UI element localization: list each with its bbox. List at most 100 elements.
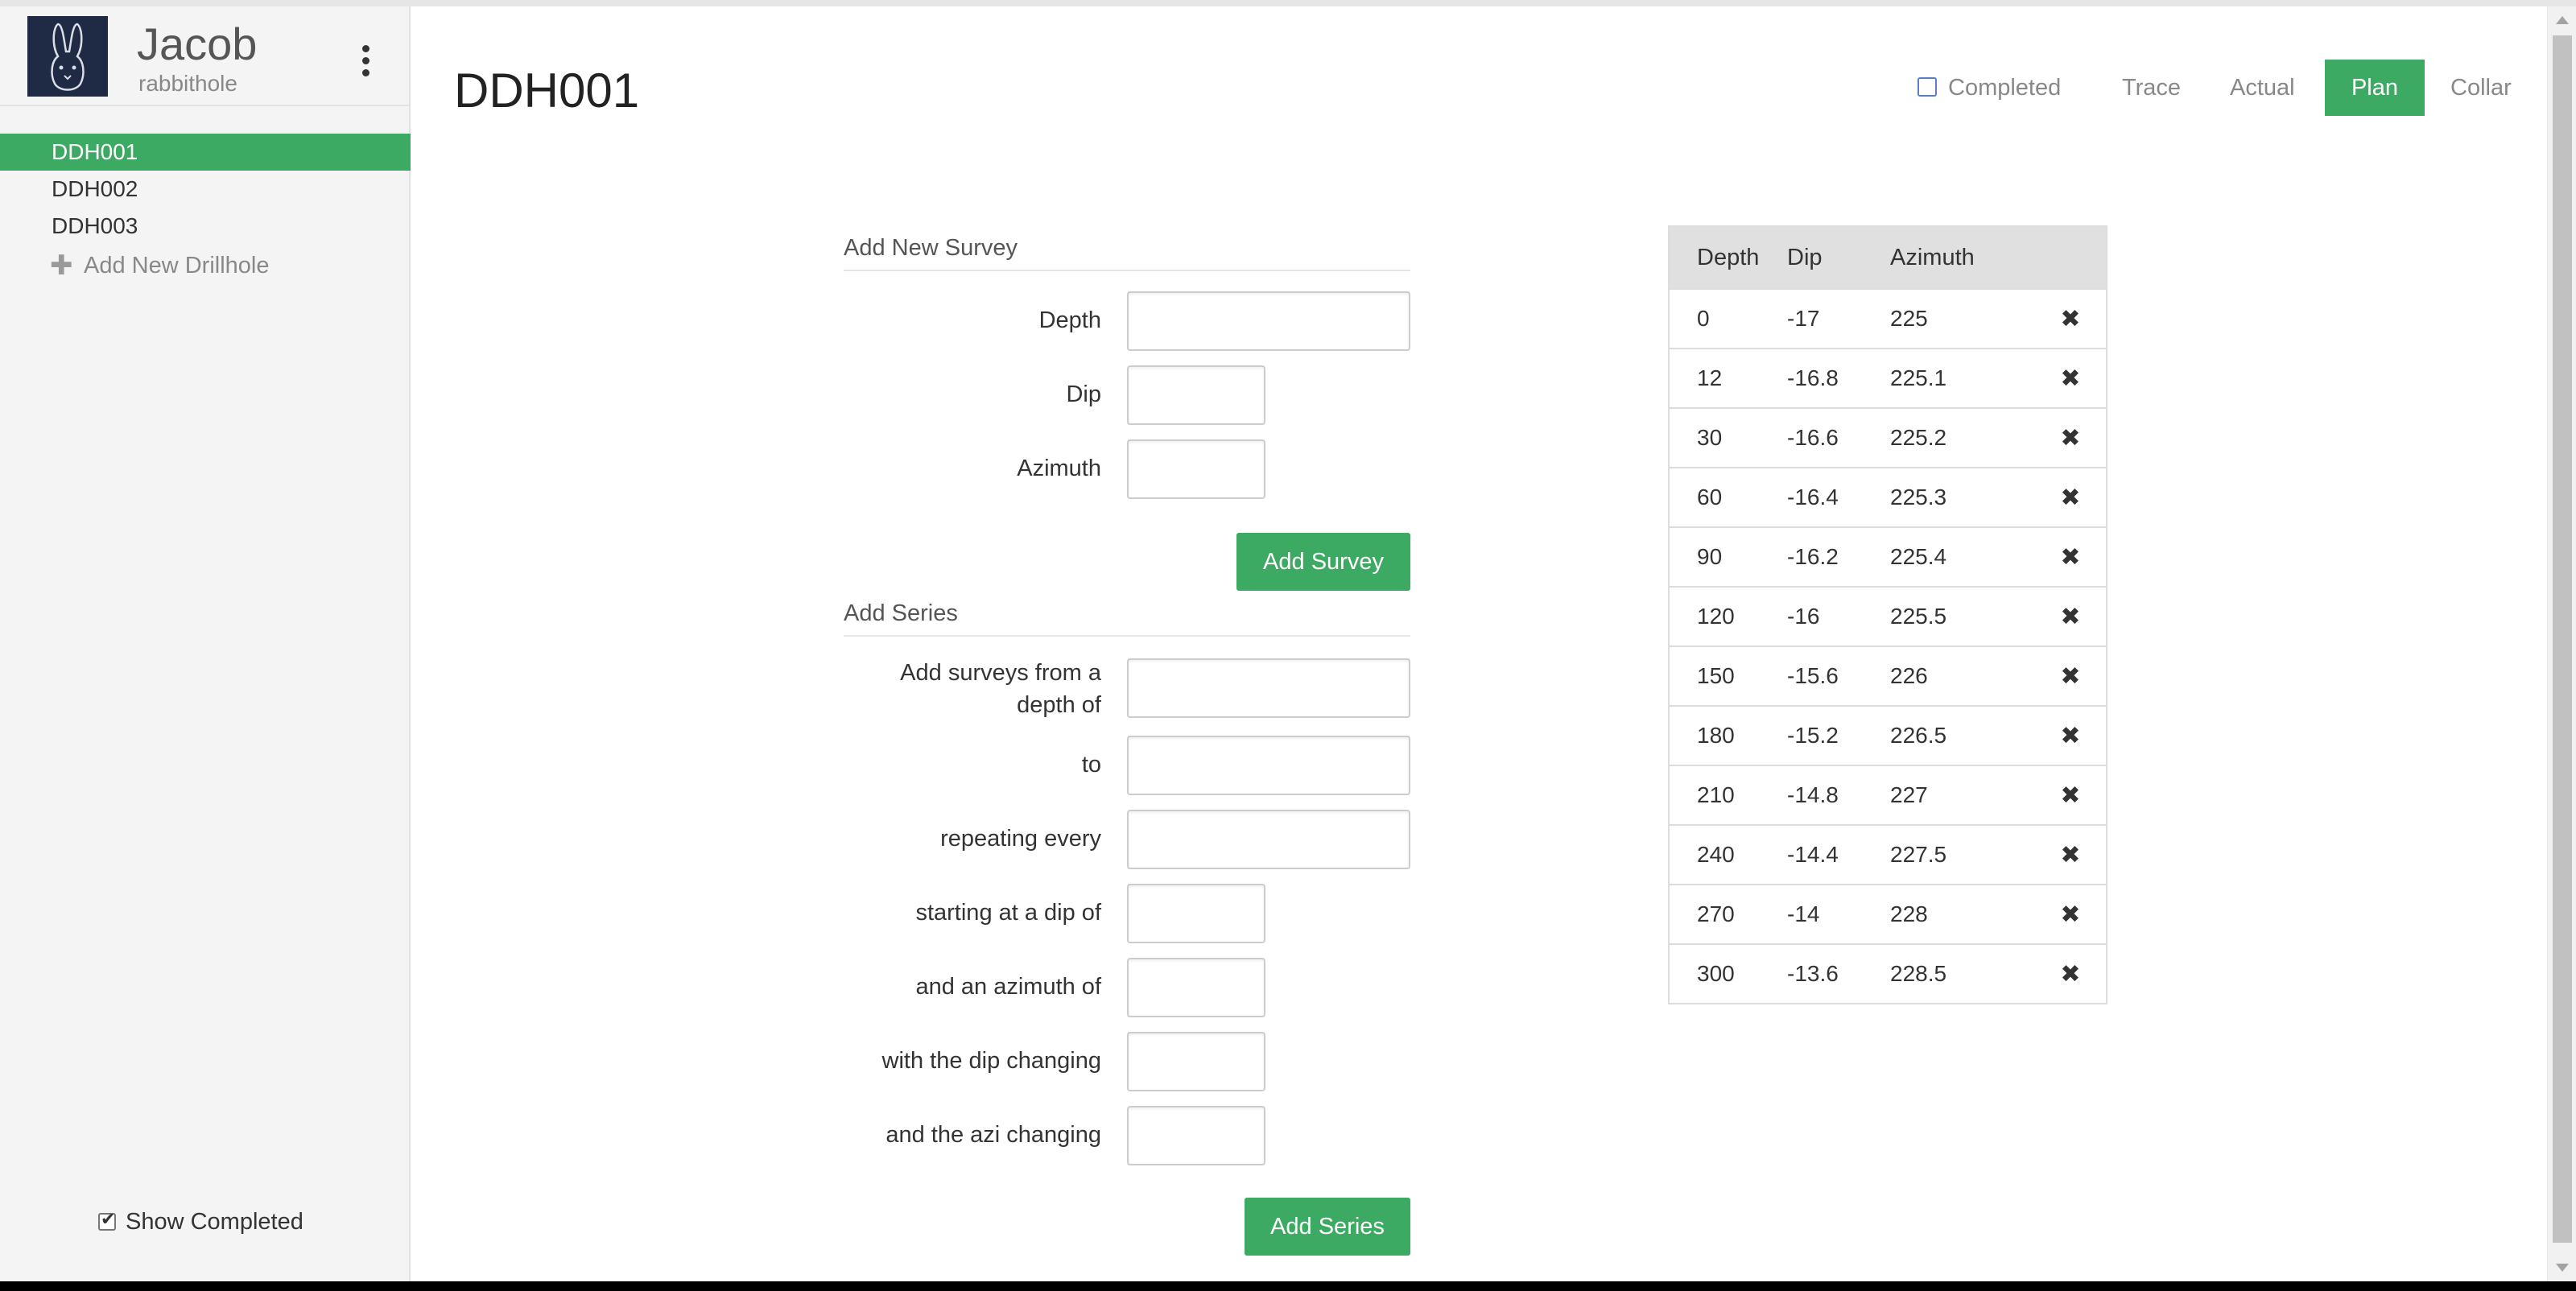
- table-row: 270 -14 228 ✖: [1670, 884, 2106, 943]
- cell-azimuth: 227: [1890, 782, 1928, 807]
- scroll-up-icon[interactable]: [2556, 16, 2569, 24]
- rabbit-icon: [51, 23, 85, 91]
- delete-icon[interactable]: ✖: [2035, 543, 2106, 571]
- azimuth-input[interactable]: [1127, 439, 1265, 499]
- cell-azimuth: 226.5: [1890, 723, 1947, 748]
- table-row: 180 -15.2 226.5 ✖: [1670, 705, 2106, 765]
- series-dip-change-label: with the dip changing: [881, 1048, 1101, 1074]
- series-dip-label: starting at a dip of: [915, 900, 1101, 926]
- delete-icon[interactable]: ✖: [2035, 662, 2106, 691]
- header-depth: Depth: [1697, 244, 1760, 270]
- table-row: 210 -14.8 227 ✖: [1670, 765, 2106, 824]
- completed-toggle[interactable]: Completed: [1918, 60, 2061, 116]
- series-from-label-line1: Add surveys from a: [900, 660, 1101, 686]
- user-panel: Jacob rabbithole: [0, 6, 409, 106]
- series-dip-change-input[interactable]: [1127, 1032, 1265, 1091]
- cell-dip: -15.2: [1787, 723, 1839, 748]
- more-options-icon[interactable]: [357, 45, 374, 80]
- drillhole-item-ddh003[interactable]: DDH003: [0, 208, 411, 245]
- depth-input[interactable]: [1127, 291, 1410, 351]
- delete-icon[interactable]: ✖: [2035, 901, 2106, 929]
- delete-icon[interactable]: ✖: [2035, 484, 2106, 512]
- completed-label: Completed: [1948, 75, 2062, 101]
- top-border: [0, 0, 2576, 6]
- cell-dip: -13.6: [1787, 961, 1839, 986]
- tab-trace[interactable]: Trace: [2122, 60, 2181, 116]
- add-drillhole-label: Add New Drillhole: [84, 253, 270, 278]
- cell-dip: -16.8: [1787, 365, 1839, 390]
- cell-depth: 0: [1697, 306, 1710, 331]
- tab-plan[interactable]: Plan: [2325, 60, 2425, 116]
- add-survey-heading: Add New Survey: [844, 235, 1410, 271]
- tab-actual[interactable]: Actual: [2230, 60, 2295, 116]
- cell-depth: 120: [1697, 604, 1735, 629]
- series-azi-change-input[interactable]: [1127, 1106, 1265, 1165]
- table-row: 300 -13.6 228.5 ✖: [1670, 943, 2106, 1003]
- table-row: 90 -16.2 225.4 ✖: [1670, 526, 2106, 586]
- cell-depth: 180: [1697, 723, 1735, 748]
- series-from-label-line2: depth of: [1017, 692, 1101, 718]
- table-row: 150 -15.6 226 ✖: [1670, 646, 2106, 705]
- table-row: 120 -16 225.5 ✖: [1670, 586, 2106, 646]
- cell-dip: -14.4: [1787, 842, 1839, 867]
- cell-depth: 60: [1697, 485, 1723, 509]
- cell-azimuth: 225.5: [1890, 604, 1947, 629]
- delete-icon[interactable]: ✖: [2035, 424, 2106, 452]
- show-completed-checkbox[interactable]: [98, 1209, 116, 1231]
- delete-icon[interactable]: ✖: [2035, 782, 2106, 810]
- table-body: 0 -17 225 ✖ 12 -16.8 225.1 ✖ 30 -16.6 225.2 ✖ 60 -16.…: [1670, 288, 2106, 1003]
- series-azimuth-input[interactable]: [1127, 958, 1265, 1017]
- series-from-depth-input[interactable]: [1127, 658, 1410, 718]
- series-repeat-label: repeating every: [940, 826, 1101, 852]
- scrollbar-thumb[interactable]: [2553, 35, 2572, 1243]
- header-azimuth: Azimuth: [1890, 244, 1975, 270]
- cell-dip: -14.8: [1787, 782, 1839, 807]
- delete-icon[interactable]: ✖: [2035, 722, 2106, 750]
- series-azi-change-label: and the azi changing: [886, 1122, 1101, 1148]
- delete-icon[interactable]: ✖: [2035, 365, 2106, 393]
- add-drillhole-link[interactable]: ✚ Add New Drillhole: [0, 245, 411, 287]
- series-dip-input[interactable]: [1127, 884, 1265, 943]
- show-completed-toggle[interactable]: Show Completed: [98, 1209, 303, 1235]
- drillhole-item-ddh002[interactable]: DDH002: [0, 171, 411, 208]
- series-repeat-input[interactable]: [1127, 810, 1410, 869]
- series-to-label: to: [1081, 752, 1101, 777]
- completed-checkbox[interactable]: [1918, 77, 1937, 97]
- dip-label: Dip: [1066, 382, 1101, 407]
- drillhole-list: DDH001 DDH002 DDH003 ✚ Add New Drillhole: [0, 134, 411, 287]
- user-subtitle: rabbithole: [138, 71, 237, 96]
- table-row: 30 -16.6 225.2 ✖: [1670, 407, 2106, 467]
- cell-depth: 150: [1697, 663, 1735, 688]
- delete-icon[interactable]: ✖: [2035, 841, 2106, 869]
- series-from-label: Add surveys from a depth of: [844, 657, 1101, 721]
- cell-dip: -16.4: [1787, 485, 1839, 509]
- tab-collar[interactable]: Collar: [2450, 60, 2512, 116]
- add-survey-button[interactable]: Add Survey: [1236, 533, 1410, 591]
- cell-dip: -16.2: [1787, 544, 1839, 569]
- cell-depth: 300: [1697, 961, 1735, 986]
- cell-azimuth: 228.5: [1890, 961, 1947, 986]
- azimuth-label: Azimuth: [1017, 456, 1101, 481]
- cell-depth: 12: [1697, 365, 1723, 390]
- vertical-scrollbar[interactable]: [2547, 6, 2576, 1281]
- cell-depth: 30: [1697, 425, 1723, 450]
- delete-icon[interactable]: ✖: [2035, 603, 2106, 631]
- dip-input[interactable]: [1127, 365, 1265, 425]
- cell-azimuth: 228: [1890, 901, 1928, 926]
- series-to-depth-input[interactable]: [1127, 736, 1410, 795]
- cell-azimuth: 226: [1890, 663, 1928, 688]
- delete-icon[interactable]: ✖: [2035, 960, 2106, 988]
- sidebar: Jacob rabbithole DDH001 DDH002 DDH003 ✚ …: [0, 6, 411, 1281]
- delete-icon[interactable]: ✖: [2035, 305, 2106, 333]
- scroll-down-icon[interactable]: [2556, 1264, 2569, 1272]
- table-row: 60 -16.4 225.3 ✖: [1670, 467, 2106, 526]
- add-series-button[interactable]: Add Series: [1245, 1198, 1410, 1256]
- cell-azimuth: 225.4: [1890, 544, 1947, 569]
- cell-azimuth: 227.5: [1890, 842, 1947, 867]
- series-azimuth-label: and an azimuth of: [915, 974, 1101, 1000]
- cell-dip: -16: [1787, 604, 1820, 629]
- drillhole-item-ddh001[interactable]: DDH001: [0, 134, 411, 171]
- cell-depth: 90: [1697, 544, 1723, 569]
- cell-dip: -14: [1787, 901, 1820, 926]
- cell-azimuth: 225: [1890, 306, 1928, 331]
